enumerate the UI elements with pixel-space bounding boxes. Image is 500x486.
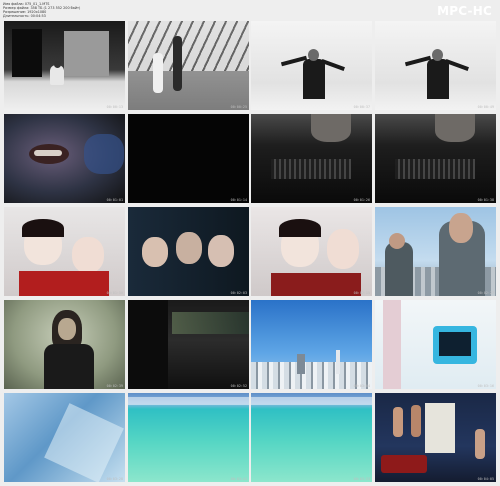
thumbnail-tile[interactable]: 00:01:14 [128, 114, 249, 203]
timestamp: 00:00:49 [477, 105, 494, 109]
thumbnail-tile[interactable]: 00:03:04 [251, 300, 372, 389]
thumbnail-tile[interactable]: 00:02:39 [4, 300, 125, 389]
thumbnail-tile[interactable]: 00:02:52 [128, 300, 249, 389]
thumbnail-tile[interactable]: 00:04:05 [375, 393, 496, 482]
thumbnail-tile[interactable]: 00:02:15 [251, 207, 372, 296]
timestamp: 00:01:01 [106, 198, 123, 202]
thumbnail-tile[interactable]: 00:00:25 [128, 21, 249, 110]
thumbnail-tile[interactable]: 00:01:01 [4, 114, 125, 203]
timestamp: 00:03:53 [353, 477, 370, 481]
thumbnail-tile[interactable]: 00:03:16 [375, 300, 496, 389]
timestamp: 00:03:41 [230, 477, 247, 481]
thumbnail-tile[interactable]: 00:01:38 [375, 114, 496, 203]
timestamp: 00:02:39 [106, 384, 123, 388]
timestamp: 00:03:28 [106, 477, 123, 481]
timestamp: 00:02:52 [230, 384, 247, 388]
thumbnail-tile[interactable]: 00:00:37 [251, 21, 372, 110]
timestamp: 00:03:16 [477, 384, 494, 388]
thumbnail-tile[interactable]: 00:02:27 [375, 207, 496, 296]
thumbnail-tile[interactable]: 00:03:53 [251, 393, 372, 482]
timestamp: 00:02:27 [477, 291, 494, 295]
timestamp: 00:01:50 [106, 291, 123, 295]
thumbnail-tile[interactable]: 00:01:50 [4, 207, 125, 296]
timestamp: 00:02:15 [353, 291, 370, 295]
timestamp: 00:01:14 [230, 198, 247, 202]
thumbnail-tile[interactable]: 00:03:28 [4, 393, 125, 482]
thumbnail-tile[interactable]: 00:03:41 [128, 393, 249, 482]
timestamp: 00:01:38 [477, 198, 494, 202]
thumbnail-tile[interactable]: 00:01:26 [251, 114, 372, 203]
timestamp: 00:00:13 [106, 105, 123, 109]
timestamp: 00:04:05 [477, 477, 494, 481]
timestamp: 00:02:03 [230, 291, 247, 295]
timestamp: 00:03:04 [353, 384, 370, 388]
thumbnail-tile[interactable]: 00:02:03 [128, 207, 249, 296]
timestamp: 00:00:25 [230, 105, 247, 109]
timestamp: 00:01:26 [353, 198, 370, 202]
thumbnail-tile[interactable]: 00:00:13 [4, 21, 125, 110]
thumbnail-grid: 00:00:13 00:00:25 00:00:37 00:00:49 00:0… [0, 0, 500, 486]
thumbnail-tile[interactable]: 00:00:49 [375, 21, 496, 110]
timestamp: 00:00:37 [353, 105, 370, 109]
